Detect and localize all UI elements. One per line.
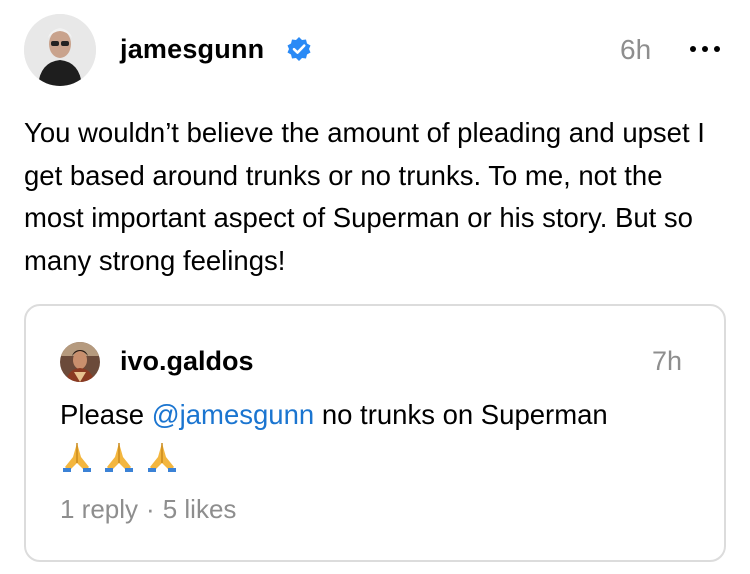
username[interactable]: jamesgunn — [120, 34, 264, 65]
quoted-username[interactable]: ivo.galdos — [120, 346, 254, 377]
emoji-row — [60, 440, 183, 476]
post-text: You wouldn’t believe the amount of plead… — [24, 117, 705, 276]
verified-badge-icon — [287, 37, 311, 61]
stats-separator: · — [146, 494, 155, 524]
quoted-post[interactable]: ivo.galdos 7h Please @jamesgunn no trunk… — [24, 304, 726, 562]
quoted-avatar-photo — [60, 342, 100, 382]
more-options-icon[interactable] — [688, 34, 722, 62]
mention-link[interactable]: @jamesgunn — [152, 399, 314, 430]
like-count[interactable]: 5 likes — [163, 494, 237, 524]
folded-hands-icon — [105, 443, 134, 472]
quoted-stats: 1 reply · 5 likes — [60, 494, 236, 525]
reply-count[interactable]: 1 reply — [60, 494, 138, 524]
quoted-text-before: Please — [60, 399, 152, 430]
folded-hands-icon — [63, 443, 91, 472]
quoted-text-after: no trunks on Superman — [314, 399, 608, 430]
quoted-text: Please @jamesgunn no trunks on Superman — [60, 394, 700, 436]
quoted-timestamp: 7h — [652, 346, 683, 376]
avatar[interactable] — [24, 14, 96, 86]
avatar-photo — [24, 14, 96, 86]
post-header: jamesgunn 6h — [24, 12, 726, 90]
post-timestamp: 6h — [620, 34, 652, 65]
avatar[interactable] — [60, 342, 100, 382]
folded-hands-icon — [147, 443, 176, 472]
